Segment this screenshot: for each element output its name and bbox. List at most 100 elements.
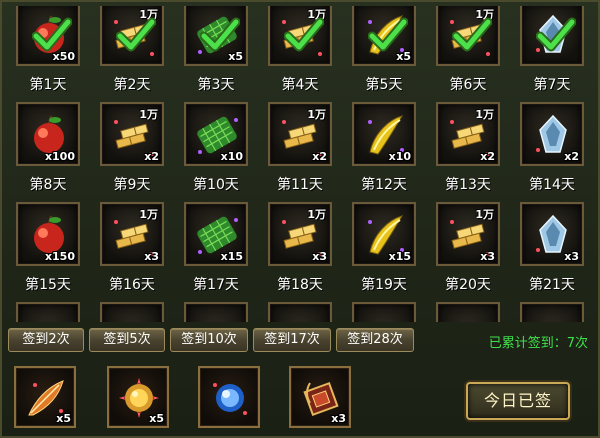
item-slot[interactable]: x10 <box>352 102 416 166</box>
item-slot[interactable] <box>352 302 416 322</box>
item-slot[interactable] <box>268 302 332 322</box>
day-cell[interactable]: x5 第3天 <box>174 6 258 98</box>
day-label: 第11天 <box>277 177 323 193</box>
day-cell[interactable] <box>342 298 426 322</box>
day-cell[interactable]: 1万 x3 第20天 <box>426 198 510 298</box>
check-icon <box>536 17 576 52</box>
day-label: 第17天 <box>193 277 239 293</box>
item-count: x10 <box>220 150 243 163</box>
item-slot[interactable]: x15 <box>184 202 248 266</box>
item-slot[interactable]: 1万 <box>436 6 500 66</box>
item-slot[interactable] <box>100 302 164 322</box>
day-cell[interactable]: x15 第19天 <box>342 198 426 298</box>
item-count: x3 <box>144 250 159 263</box>
check-icon <box>284 17 324 52</box>
total-signins-label: 已累计签到： <box>488 336 567 351</box>
item-slot[interactable] <box>16 302 80 322</box>
day-cell[interactable]: 1万 x2 第11天 <box>258 98 342 198</box>
day-label: 第1天 <box>29 77 67 93</box>
item-slot[interactable]: 1万 x3 <box>100 202 164 266</box>
item-count: x150 <box>44 250 75 263</box>
signed-today-button[interactable]: 今日已签 <box>466 382 570 420</box>
day-label: 第21天 <box>529 277 575 293</box>
reward-count: x5 <box>56 412 71 425</box>
day-label: 第3天 <box>197 77 235 93</box>
day-label: 第9天 <box>113 177 151 193</box>
day-cell[interactable]: x3 第21天 <box>510 198 594 298</box>
day-cell[interactable]: x150 第15天 <box>6 198 90 298</box>
item-slot[interactable]: 1万 <box>268 6 332 66</box>
milestone-bar: 签到2次 签到5次 签到10次 签到17次 签到28次 已累计签到：7次 <box>6 328 598 354</box>
day-cell[interactable]: x10 第10天 <box>174 98 258 198</box>
item-slot[interactable]: 1万 x2 <box>268 102 332 166</box>
day-cell[interactable]: x5 第5天 <box>342 6 426 98</box>
day-cell[interactable] <box>6 298 90 322</box>
check-icon <box>116 17 156 52</box>
day-cell[interactable] <box>426 298 510 322</box>
day-label: 第13天 <box>445 177 491 193</box>
reward-count: x3 <box>331 412 346 425</box>
item-slot[interactable]: 1万 <box>100 6 164 66</box>
day-cell[interactable]: x10 第12天 <box>342 98 426 198</box>
item-count: x2 <box>144 150 159 163</box>
reward-slot[interactable]: x5 <box>14 366 76 428</box>
check-icon <box>32 17 72 52</box>
blue-orb-icon <box>213 383 247 415</box>
day-label: 第2天 <box>113 77 151 93</box>
item-count: x15 <box>388 250 411 263</box>
item-count: x3 <box>564 250 579 263</box>
day-cell[interactable]: 1万第2天 <box>90 6 174 98</box>
milestone-button-28[interactable]: 签到28次 <box>336 328 414 352</box>
day-cell[interactable]: 1万 x2 第9天 <box>90 98 174 198</box>
item-slot[interactable]: x3 <box>520 202 584 266</box>
item-value-tag: 1万 <box>307 108 326 121</box>
item-slot[interactable]: x10 <box>184 102 248 166</box>
day-label: 第7天 <box>533 77 571 93</box>
item-slot[interactable]: 1万 x3 <box>268 202 332 266</box>
day-label: 第18天 <box>277 277 323 293</box>
day-cell[interactable]: 第7天 <box>510 6 594 98</box>
day-cell[interactable]: x2 第14天 <box>510 98 594 198</box>
day-cell[interactable]: 1万 x3 第18天 <box>258 198 342 298</box>
day-label: 第20天 <box>445 277 491 293</box>
item-slot[interactable]: 1万 x3 <box>436 202 500 266</box>
day-label: 第16天 <box>109 277 155 293</box>
reward-slot[interactable] <box>198 366 260 428</box>
item-count: x2 <box>480 150 495 163</box>
reward-slot[interactable]: x3 <box>289 366 351 428</box>
day-cell[interactable]: 1万 x2 第13天 <box>426 98 510 198</box>
day-cell[interactable] <box>258 298 342 322</box>
day-cell[interactable]: 1万第4天 <box>258 6 342 98</box>
check-icon <box>368 17 408 52</box>
item-slot[interactable]: 1万 x2 <box>100 102 164 166</box>
item-count: x15 <box>220 250 243 263</box>
item-slot[interactable]: x5 <box>352 6 416 66</box>
milestone-button-17[interactable]: 签到17次 <box>253 328 331 352</box>
item-slot[interactable]: 1万 x2 <box>436 102 500 166</box>
item-slot[interactable] <box>520 6 584 66</box>
day-cell[interactable]: 1万 第6天 <box>426 6 510 98</box>
milestone-button-2[interactable]: 签到2次 <box>8 328 84 352</box>
milestone-button-5[interactable]: 签到5次 <box>89 328 165 352</box>
item-slot[interactable]: x150 <box>16 202 80 266</box>
day-cell[interactable] <box>510 298 594 322</box>
day-cell[interactable] <box>174 298 258 322</box>
item-slot[interactable] <box>184 302 248 322</box>
item-slot[interactable]: x15 <box>352 202 416 266</box>
item-slot[interactable]: x2 <box>520 102 584 166</box>
day-label: 第4天 <box>281 77 319 93</box>
reward-slot[interactable]: x5 <box>107 366 169 428</box>
day-label: 第8天 <box>29 177 67 193</box>
item-slot[interactable] <box>520 302 584 322</box>
item-slot[interactable]: x100 <box>16 102 80 166</box>
day-cell[interactable]: x15 第17天 <box>174 198 258 298</box>
item-slot[interactable]: x5 <box>184 6 248 66</box>
item-slot[interactable]: x50 <box>16 6 80 66</box>
milestone-button-10[interactable]: 签到10次 <box>170 328 248 352</box>
item-slot[interactable] <box>436 302 500 322</box>
day-cell[interactable]: x100 第8天 <box>6 98 90 198</box>
item-count: x2 <box>564 150 579 163</box>
day-cell[interactable] <box>90 298 174 322</box>
day-cell[interactable]: 1万 x3 第16天 <box>90 198 174 298</box>
day-cell[interactable]: x50 第1天 <box>6 6 90 98</box>
